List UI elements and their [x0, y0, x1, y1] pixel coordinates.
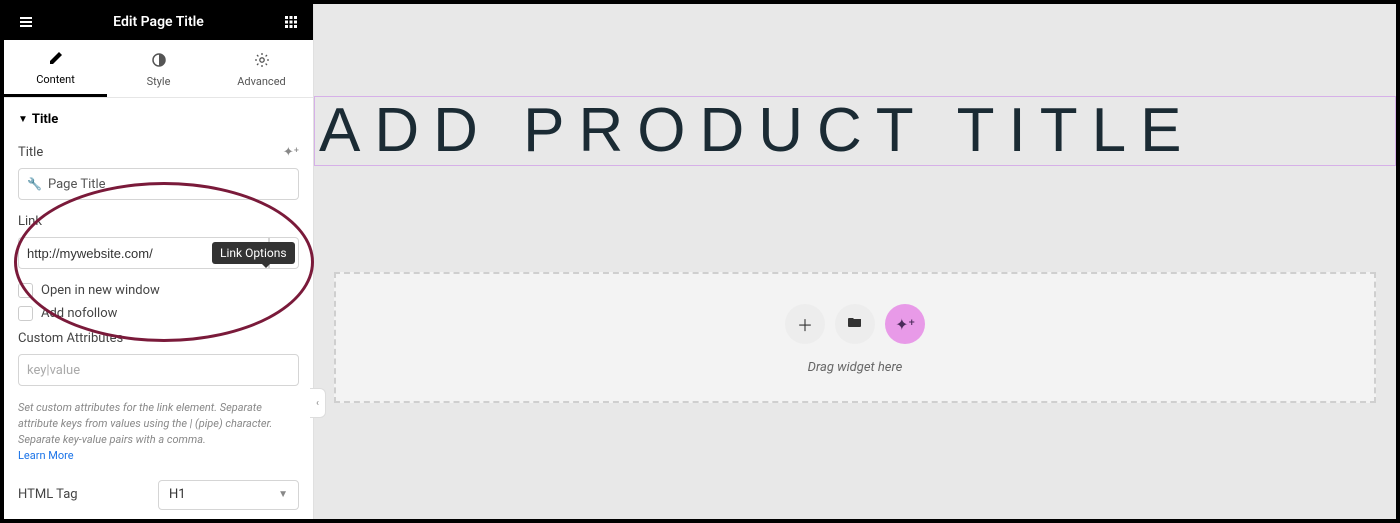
add-widget-button[interactable]: ＋ [785, 304, 825, 344]
title-input-value: Page Title [48, 177, 106, 192]
add-nofollow-row[interactable]: Add nofollow [18, 306, 299, 321]
html-tag-row: HTML Tag H1 ▼ [18, 480, 299, 510]
html-tag-select[interactable]: H1 ▼ [158, 480, 299, 510]
sidebar-collapse-handle[interactable]: ‹ [310, 388, 326, 418]
html-tag-value: H1 [169, 487, 186, 502]
tab-style[interactable]: Style [107, 40, 210, 97]
custom-attributes-input[interactable]: key|value [18, 354, 299, 386]
tab-advanced[interactable]: Advanced [210, 40, 313, 97]
folder-icon [847, 314, 863, 334]
chevron-left-icon: ‹ [316, 398, 319, 409]
sidebar-header: Edit Page Title [4, 4, 313, 40]
wrench-icon: 🔧 [27, 177, 42, 191]
tab-label: Style [147, 75, 171, 88]
sidebar-title: Edit Page Title [113, 14, 204, 30]
page-title-text: ADD PRODUCT TITLE [319, 97, 1395, 165]
section-title-toggle[interactable]: ▼ Title [18, 112, 299, 127]
dropzone-buttons: ＋ ✦⁺ [785, 304, 925, 344]
apps-grid-icon[interactable] [277, 15, 305, 29]
dropzone-text: Drag widget here [808, 360, 903, 375]
add-nofollow-checkbox[interactable] [18, 306, 33, 321]
link-url-input[interactable] [18, 237, 239, 269]
gear-icon [254, 52, 270, 71]
contrast-icon [151, 52, 167, 71]
custom-attributes-helper: Set custom attributes for the link eleme… [18, 400, 299, 464]
tab-label: Content [36, 73, 75, 86]
page-title-widget[interactable]: ADD PRODUCT TITLE [314, 96, 1396, 166]
content-panel: ▼ Title Title ✦⁺ 🔧 Page Title Link [4, 98, 313, 519]
add-nofollow-label: Add nofollow [41, 306, 117, 321]
custom-attributes-placeholder: key|value [27, 363, 80, 378]
helper-text: Set custom attributes for the link eleme… [18, 401, 272, 446]
widget-dropzone[interactable]: ＋ ✦⁺ Drag widget here [334, 272, 1376, 403]
link-options-tooltip: Link Options [212, 242, 295, 264]
custom-attributes-label: Custom Attributes [18, 331, 299, 346]
section-title-label: Title [32, 112, 58, 127]
add-template-button[interactable] [835, 304, 875, 344]
ai-generate-button[interactable]: ✦⁺ [885, 304, 925, 344]
pencil-icon [48, 50, 64, 69]
open-new-window-label: Open in new window [41, 283, 160, 298]
title-input[interactable]: 🔧 Page Title [18, 168, 299, 200]
tab-label: Advanced [237, 75, 285, 88]
html-tag-label: HTML Tag [18, 487, 148, 502]
open-new-window-checkbox[interactable] [18, 283, 33, 298]
chevron-down-icon: ▼ [278, 489, 288, 500]
caret-down-icon: ▼ [18, 114, 28, 125]
sparkle-icon: ✦⁺ [895, 315, 915, 334]
dynamic-tag-icon[interactable]: ✦⁺ [283, 145, 299, 160]
link-field-row: Link [18, 214, 299, 229]
title-label: Title [18, 145, 43, 160]
sidebar-tabs: Content Style Advanced [4, 40, 313, 98]
tab-content[interactable]: Content [4, 40, 107, 97]
link-label: Link [18, 214, 42, 229]
plus-icon: ＋ [797, 312, 813, 336]
learn-more-link[interactable]: Learn More [18, 449, 74, 462]
menu-icon[interactable] [12, 14, 40, 30]
editor-canvas[interactable]: ADD PRODUCT TITLE ＋ ✦⁺ Drag widget here [314, 4, 1396, 519]
title-field-row: Title ✦⁺ [18, 145, 299, 160]
open-new-window-row[interactable]: Open in new window [18, 283, 299, 298]
